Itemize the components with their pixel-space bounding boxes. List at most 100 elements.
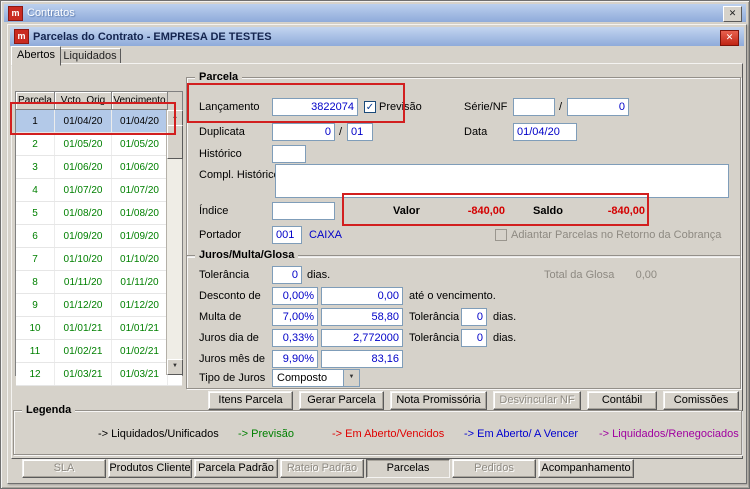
table-row[interactable]: 11 01/02/21 01/02/21 (16, 340, 182, 363)
cell-vcto-orig: 01/02/21 (55, 340, 112, 362)
cell-vcto-orig: 01/09/20 (55, 225, 112, 247)
compl-historico-input[interactable] (275, 164, 729, 198)
itens-parcela-button[interactable]: Itens Parcela (208, 391, 293, 410)
dropdown-arrow-icon[interactable]: ▼ (343, 370, 359, 386)
lancamento-label: Lançamento (199, 101, 260, 113)
historico-label: Histórico (199, 148, 242, 160)
data-input[interactable]: 01/04/20 (513, 123, 577, 141)
indice-input[interactable] (272, 202, 335, 220)
cell-parcela: 10 (16, 317, 55, 339)
produtos-cliente-button[interactable]: Produtos Cliente (108, 459, 192, 478)
cell-vcto-orig: 01/10/20 (55, 248, 112, 270)
multa-tolerancia-label: Tolerância (409, 311, 460, 323)
acompanhamento-button[interactable]: Acompanhamento (538, 459, 634, 478)
contabil-button[interactable]: Contábil (587, 391, 657, 410)
inner-window-title: Parcelas do Contrato - EMPRESA DE TESTES (33, 30, 272, 43)
serie-input[interactable] (513, 98, 555, 116)
cell-parcela: 4 (16, 179, 55, 201)
table-scrollbar[interactable]: ▲ ▼ (166, 110, 183, 375)
tolerancia-input[interactable]: 0 (272, 266, 302, 284)
tipo-juros-select[interactable]: Composto ▼ (272, 369, 360, 387)
cell-vcto-orig: 01/12/20 (55, 294, 112, 316)
valor-label: Valor (393, 205, 420, 217)
gerar-parcela-button[interactable]: Gerar Parcela (299, 391, 384, 410)
multa-suffix: dias. (493, 311, 517, 323)
tolerancia-suffix: dias. (307, 269, 331, 281)
multa-valor-input[interactable]: 58,80 (321, 308, 403, 326)
parcelas-button[interactable]: Parcelas (366, 459, 450, 478)
outer-titlebar[interactable]: m Contratos ✕ (4, 4, 746, 22)
outer-window: m Contratos ✕ m Parcelas do Contrato - E… (0, 0, 750, 489)
pedidos-button: Pedidos (452, 459, 536, 478)
nota-promissoria-button[interactable]: Nota Promissória (390, 391, 487, 410)
juros-dia-valor-input[interactable]: 2,772000 (321, 329, 403, 347)
table-row[interactable]: 5 01/08/20 01/08/20 (16, 202, 182, 225)
duplicata-input[interactable]: 0 (272, 123, 335, 141)
juros-dia-label: Juros dia de (199, 332, 259, 344)
parcelas-table: Parcela Vcto. Orig Vencimento 1 01/04/20… (15, 91, 183, 386)
legend-liquidados-unificados: -> Liquidados/Unificados (98, 428, 219, 440)
previsao-checkbox[interactable]: ✓ (364, 101, 376, 113)
table-row[interactable]: 8 01/11/20 01/11/20 (16, 271, 182, 294)
cell-vencimento: 01/08/20 (112, 202, 168, 224)
nf-input[interactable]: 0 (567, 98, 629, 116)
table-row[interactable]: 3 01/06/20 01/06/20 (16, 156, 182, 179)
inner-titlebar[interactable]: m Parcelas do Contrato - EMPRESA DE TEST… (10, 27, 744, 46)
multa-tolerancia-input[interactable]: 0 (461, 308, 487, 326)
outer-close-icon[interactable]: ✕ (723, 6, 742, 22)
table-row[interactable]: 7 01/10/20 01/10/20 (16, 248, 182, 271)
screen: m Contratos ✕ m Parcelas do Contrato - E… (0, 0, 750, 489)
cell-vencimento: 01/07/20 (112, 179, 168, 201)
cell-vencimento: 01/01/21 (112, 317, 168, 339)
inner-close-icon[interactable]: ✕ (720, 30, 739, 46)
cell-vcto-orig: 01/03/21 (55, 363, 112, 385)
column-header-vencimento[interactable]: Vencimento (112, 92, 168, 110)
comissoes-button[interactable]: Comissões (663, 391, 739, 410)
scroll-down-icon[interactable]: ▼ (167, 359, 183, 375)
table-row[interactable]: 4 01/07/20 01/07/20 (16, 179, 182, 202)
portador-input[interactable]: 001 (272, 226, 302, 244)
serie-nf-label: Série/NF (464, 101, 508, 113)
adiantar-label: Adiantar Parcelas no Retorno da Cobrança (511, 229, 722, 241)
juros-dia-tolerancia-label: Tolerância (409, 332, 460, 344)
desconto-suffix: até o vencimento. (409, 290, 496, 302)
table-row[interactable]: 2 01/05/20 01/05/20 (16, 133, 182, 156)
table-row[interactable]: 6 01/09/20 01/09/20 (16, 225, 182, 248)
table-row[interactable]: 10 01/01/21 01/01/21 (16, 317, 182, 340)
duplicata-seq-input[interactable]: 01 (347, 123, 373, 141)
valor-value: -840,00 (467, 205, 505, 217)
cell-vencimento: 01/05/20 (112, 133, 168, 155)
total-glosa-label: Total da Glosa (544, 269, 615, 281)
portador-name: CAIXA (309, 229, 343, 241)
table-row[interactable]: 12 01/03/21 01/03/21 (16, 363, 182, 386)
column-header-vcto-orig[interactable]: Vcto. Orig (55, 92, 112, 110)
juros-dia-tolerancia-input[interactable]: 0 (461, 329, 487, 347)
cell-parcela: 11 (16, 340, 55, 362)
serie-nf-separator: / (559, 101, 563, 113)
juros-mes-valor-input[interactable]: 83,16 (321, 350, 403, 368)
legenda-group: Legenda -> Liquidados/Unificados -> Prev… (13, 404, 742, 455)
tab-panel-abertos: Parcela Vcto. Orig Vencimento 1 01/04/20… (11, 63, 743, 459)
multa-pct-input[interactable]: 7,00% (272, 308, 318, 326)
desvincular-nf-button: Desvincular NF (493, 391, 581, 410)
parcela-padrao-button[interactable]: Parcela Padrão (194, 459, 278, 478)
data-label: Data (464, 126, 488, 138)
historico-input[interactable] (272, 145, 306, 163)
juros-dia-pct-input[interactable]: 0,33% (272, 329, 318, 347)
tab-abertos[interactable]: Abertos (11, 46, 61, 66)
table-row[interactable]: 1 01/04/20 01/04/20 (16, 110, 182, 133)
parcela-group-title: Parcela (195, 71, 243, 83)
scrollbar-thumb[interactable] (167, 125, 183, 159)
scroll-up-icon[interactable]: ▲ (167, 110, 183, 126)
rateio-padrao-button: Rateio Padrão (280, 459, 364, 478)
lancamento-input[interactable]: 3822074 (272, 98, 358, 116)
saldo-value: -840,00 (607, 205, 645, 217)
adiantar-checkbox (495, 229, 507, 241)
legend-em-aberto-a-vencer: -> Em Aberto/ A Vencer (464, 428, 579, 440)
table-row[interactable]: 9 01/12/20 01/12/20 (16, 294, 182, 317)
desconto-pct-input[interactable]: 0,00% (272, 287, 318, 305)
cell-vencimento: 01/11/20 (112, 271, 168, 293)
column-header-parcela[interactable]: Parcela (16, 92, 55, 110)
juros-mes-pct-input[interactable]: 9,90% (272, 350, 318, 368)
desconto-valor-input[interactable]: 0,00 (321, 287, 403, 305)
